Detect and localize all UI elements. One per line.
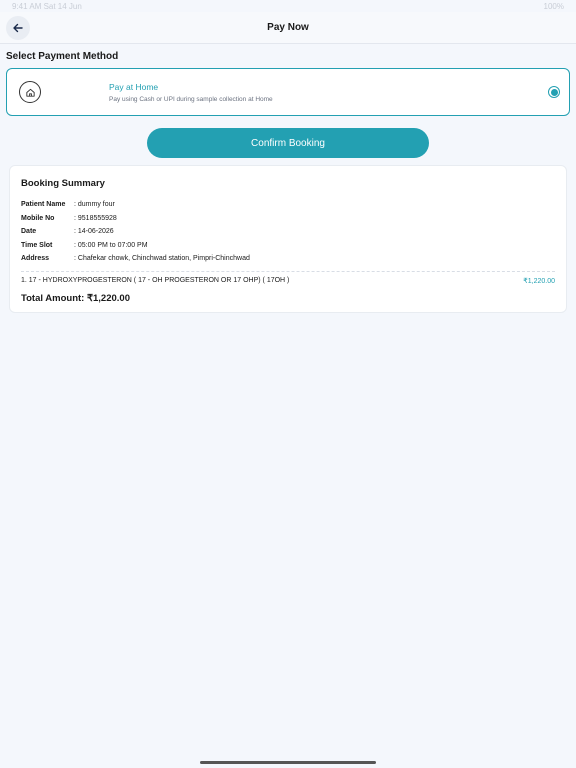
total-amount: Total Amount: ₹1,220.00 — [21, 292, 130, 304]
page-title: Pay Now — [267, 22, 309, 33]
arrow-left-icon — [13, 23, 23, 33]
status-bar: 9:41 AM Sat 14 Jun 100% — [0, 0, 576, 12]
test-item-price: ₹1,220.00 — [523, 277, 555, 285]
payment-section-title: Select Payment Method — [6, 51, 119, 62]
app-bar: Pay Now — [0, 12, 576, 44]
home-icon — [19, 81, 41, 103]
row-value: : 14-06-2026 — [74, 228, 114, 236]
row-label: Patient Name — [21, 201, 66, 209]
payment-option-title: Pay at Home — [109, 81, 159, 92]
payment-option-texts: Pay at Home Pay using Cash or UPI during… — [109, 82, 273, 103]
test-item-row: 1. 17 - HYDROXYPROGESTERON ( 17 - OH PRO… — [21, 277, 555, 285]
confirm-booking-button[interactable]: Confirm Booking — [147, 128, 429, 158]
status-time: 9:41 AM Sat 14 Jun — [12, 1, 82, 11]
payment-option-description: Pay using Cash or UPI during sample coll… — [109, 95, 273, 103]
row-value: : Chafekar chowk, Chinchwad station, Pim… — [74, 255, 250, 263]
payment-option-pay-at-home[interactable]: Pay at Home Pay using Cash or UPI during… — [6, 68, 570, 116]
back-button[interactable] — [6, 16, 30, 40]
booking-summary-card: Booking Summary Patient Name : dummy fou… — [9, 165, 567, 313]
row-value: : 9518555928 — [74, 214, 117, 222]
row-label: Time Slot — [21, 241, 53, 249]
home-indicator — [200, 761, 376, 764]
row-label: Date — [21, 228, 37, 236]
status-battery: 100% — [543, 1, 564, 11]
summary-row-address: Address : Chafekar chowk, Chinchwad stat… — [21, 252, 555, 266]
radio-selected-dot — [550, 88, 558, 96]
payment-radio-button[interactable] — [548, 86, 560, 98]
test-item-name: 1. 17 - HYDROXYPROGESTERON ( 17 - OH PRO… — [21, 276, 290, 284]
booking-summary-title: Booking Summary — [21, 178, 105, 189]
row-label: Address — [21, 255, 50, 263]
row-value: : dummy four — [74, 201, 115, 209]
summary-row-date: Date : 14-06-2026 — [21, 225, 555, 239]
summary-row-mobile: Mobile No : 9518555928 — [21, 212, 555, 226]
row-value: : 05:00 PM to 07:00 PM — [74, 241, 148, 249]
summary-divider — [21, 270, 555, 272]
row-label: Mobile No — [21, 214, 55, 222]
summary-row-time-slot: Time Slot : 05:00 PM to 07:00 PM — [21, 239, 555, 253]
summary-row-patient-name: Patient Name : dummy four — [21, 198, 555, 212]
